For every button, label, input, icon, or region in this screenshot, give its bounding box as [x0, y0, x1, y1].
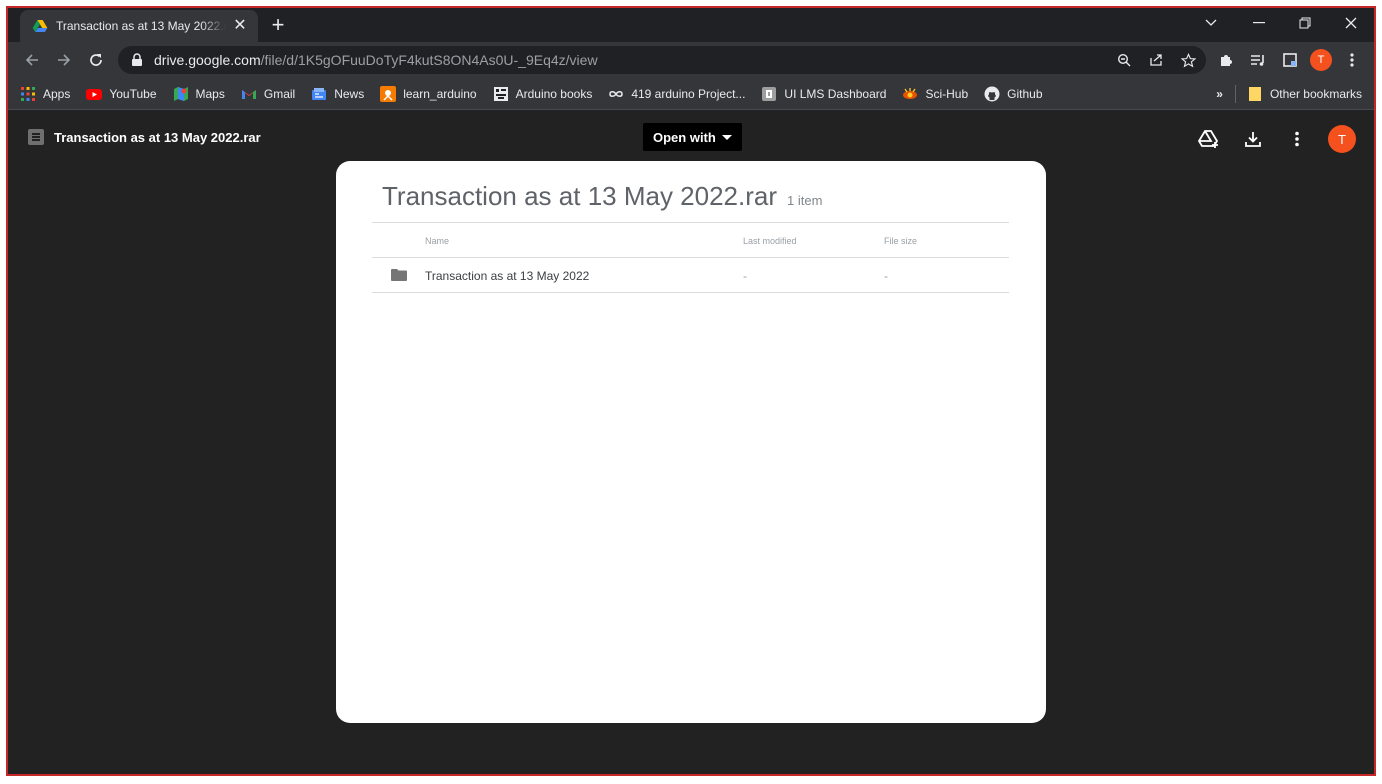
- bookmark-ui-lms[interactable]: UI LMS Dashboard: [761, 86, 886, 102]
- bookmark-divider: [1234, 85, 1236, 103]
- other-bookmarks-button[interactable]: Other bookmarks: [1270, 87, 1362, 101]
- archive-heading: Transaction as at 13 May 2022.rar 1 item: [382, 181, 822, 212]
- archive-table: Name Last modified File size Transaction…: [372, 222, 1009, 293]
- file-name: Transaction as at 13 May 2022.rar: [54, 129, 261, 145]
- book-icon: [493, 86, 508, 101]
- scihub-icon: [903, 87, 918, 99]
- bookmark-label: 419 arduino Project...: [631, 86, 746, 101]
- bookmark-star-icon[interactable]: [1176, 48, 1200, 72]
- archive-contents-card: Transaction as at 13 May 2022.rar 1 item…: [336, 161, 1046, 723]
- download-icon[interactable]: [1240, 126, 1266, 152]
- bookmarks-overflow-button[interactable]: »: [1216, 87, 1223, 101]
- table-header: Name Last modified File size: [372, 222, 1009, 258]
- reading-list-icon[interactable]: [1246, 48, 1270, 72]
- bookmark-learn-arduino[interactable]: learn_arduino: [380, 85, 477, 102]
- close-tab-icon[interactable]: ✕: [232, 18, 248, 34]
- infinity-icon: [609, 90, 624, 97]
- bookmark-label: Sci-Hub: [925, 86, 969, 101]
- lms-icon: [762, 86, 777, 101]
- bookmark-label: learn_arduino: [403, 86, 477, 101]
- youtube-icon: [86, 88, 103, 100]
- back-button[interactable]: [20, 48, 44, 72]
- share-icon[interactable]: [1144, 48, 1168, 72]
- column-file-size: File size: [884, 236, 918, 246]
- browser-menu-icon[interactable]: [1340, 48, 1364, 72]
- bookmark-sci-hub[interactable]: Sci-Hub: [902, 86, 968, 102]
- item-count: 1 item: [787, 193, 823, 208]
- extensions-icon[interactable]: [1214, 48, 1238, 72]
- bookmark-label: Arduino books: [515, 86, 593, 101]
- archive-title: Transaction as at 13 May 2022.rar: [382, 181, 778, 211]
- restore-button[interactable]: [1282, 8, 1328, 38]
- browser-tab[interactable]: Transaction as at 13 May 2022.rar ✕: [20, 10, 258, 42]
- bookmark-label: YouTube: [109, 86, 157, 101]
- browser-toolbar: drive.google.com/file/d/1K5gOFuuDoTyF4ku…: [8, 42, 1374, 78]
- bookmark-youtube[interactable]: YouTube: [86, 86, 157, 102]
- bookmark-news[interactable]: News: [311, 86, 364, 102]
- news-icon: [312, 87, 327, 100]
- minimize-button[interactable]: [1236, 8, 1282, 38]
- bookmark-label: Github: [1007, 86, 1043, 101]
- bookmark-arduino-books[interactable]: Arduino books: [493, 86, 593, 102]
- url-text: drive.google.com/file/d/1K5gOFuuDoTyF4ku…: [154, 52, 598, 68]
- bookmark-label: UI LMS Dashboard: [784, 86, 887, 101]
- folder-icon: [1248, 87, 1261, 101]
- document-icon: [28, 129, 44, 145]
- arduino-icon: [380, 85, 397, 102]
- bookmark-label: Maps: [195, 86, 225, 101]
- tab-strip: Transaction as at 13 May 2022.rar ✕ +: [8, 8, 1374, 42]
- column-last-modified: Last modified: [743, 236, 797, 246]
- github-icon: [984, 86, 1000, 101]
- bookmark-maps[interactable]: Maps: [173, 86, 225, 102]
- bookmark-419-arduino[interactable]: 419 arduino Project...: [608, 86, 745, 102]
- open-with-label: Open with: [653, 129, 716, 145]
- browser-window: Transaction as at 13 May 2022.rar ✕ + dr…: [6, 6, 1376, 776]
- close-window-button[interactable]: [1328, 8, 1374, 38]
- lock-icon: [132, 53, 142, 66]
- bookmarks-bar: Apps YouTube Maps Gmail News learn_ardui…: [8, 78, 1374, 110]
- open-with-button[interactable]: Open with: [643, 123, 742, 151]
- reload-button[interactable]: [84, 48, 108, 72]
- gmail-icon: [241, 89, 256, 99]
- bookmark-label: News: [334, 86, 365, 101]
- bookmark-github[interactable]: Github: [984, 86, 1043, 102]
- viewer-header: Transaction as at 13 May 2022.rar Open w…: [8, 111, 1374, 167]
- bookmark-label: Apps: [43, 86, 71, 101]
- add-to-drive-icon[interactable]: [1196, 126, 1222, 152]
- url-path: /file/d/1K5gOFuuDoTyF4kutS8ON4As0U-_9Eq4…: [260, 52, 598, 68]
- google-drive-icon: [32, 20, 48, 32]
- folder-icon: [391, 269, 407, 281]
- more-options-icon[interactable]: [1284, 126, 1310, 152]
- table-row[interactable]: Transaction as at 13 May 2022 - -: [372, 258, 1009, 293]
- zoom-icon[interactable]: [1112, 48, 1136, 72]
- tab-search-icon[interactable]: [1188, 8, 1234, 38]
- viewer-file-title: Transaction as at 13 May 2022.rar: [28, 129, 261, 145]
- forward-button[interactable]: [52, 48, 76, 72]
- caret-down-icon: [721, 134, 732, 140]
- profile-avatar[interactable]: T: [1310, 49, 1332, 71]
- maps-icon: [173, 86, 188, 101]
- account-avatar[interactable]: T: [1328, 125, 1356, 153]
- new-tab-button[interactable]: +: [266, 14, 290, 38]
- bookmark-label: Gmail: [263, 86, 296, 101]
- row-name: Transaction as at 13 May 2022: [425, 269, 590, 283]
- column-name: Name: [425, 236, 450, 246]
- row-size: -: [884, 269, 888, 283]
- bookmark-apps[interactable]: Apps: [20, 86, 70, 102]
- apps-grid-icon: [21, 86, 35, 101]
- bookmark-gmail[interactable]: Gmail: [241, 86, 295, 102]
- tab-title: Transaction as at 13 May 2022.rar: [56, 19, 226, 33]
- side-panel-icon[interactable]: [1278, 48, 1302, 72]
- row-modified: -: [743, 269, 747, 283]
- drive-viewer: Transaction as at 13 May 2022.rar Open w…: [8, 111, 1374, 774]
- url-host: drive.google.com: [154, 52, 261, 68]
- address-bar[interactable]: drive.google.com/file/d/1K5gOFuuDoTyF4ku…: [118, 46, 1206, 74]
